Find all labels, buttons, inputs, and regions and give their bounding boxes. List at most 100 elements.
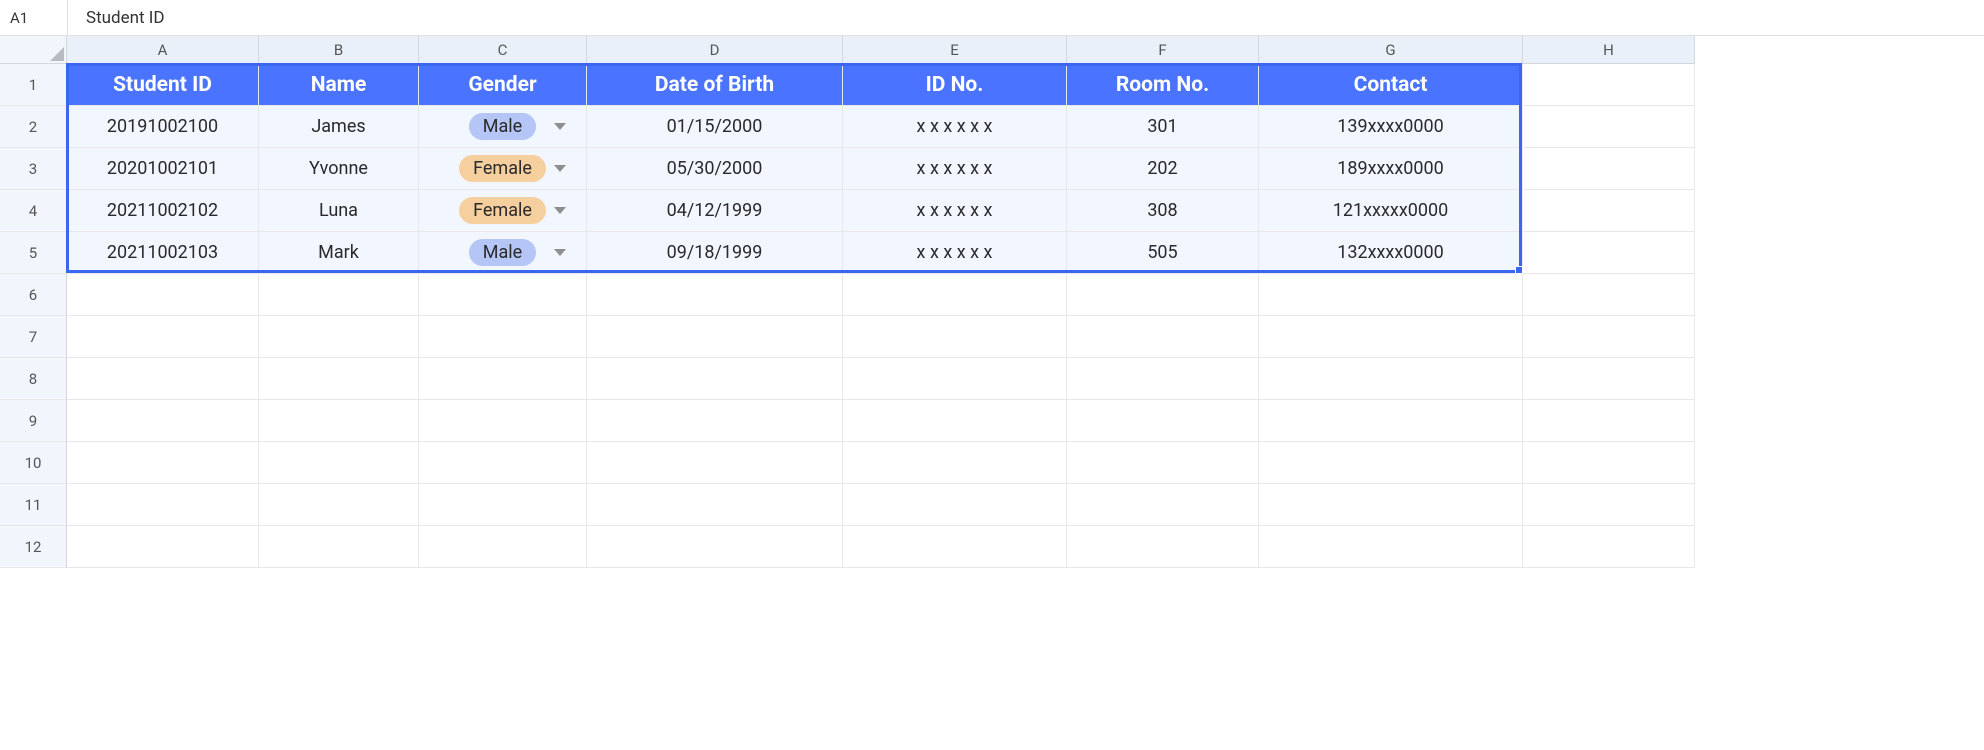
header-cell[interactable]: Contact — [1259, 64, 1523, 106]
col-header-E[interactable]: E — [843, 36, 1067, 64]
empty-cell[interactable] — [1067, 442, 1259, 484]
chevron-down-icon[interactable] — [550, 201, 570, 221]
empty-cell[interactable] — [587, 484, 843, 526]
data-cell[interactable]: 20211002102 — [67, 190, 259, 232]
spreadsheet-grid[interactable]: ABCDEFGH1Student IDNameGenderDate of Bir… — [0, 36, 1984, 568]
empty-cell[interactable] — [587, 274, 843, 316]
empty-cell[interactable] — [587, 442, 843, 484]
empty-cell[interactable] — [1523, 442, 1695, 484]
empty-cell[interactable] — [1259, 484, 1523, 526]
empty-cell[interactable] — [1067, 358, 1259, 400]
empty-cell[interactable] — [587, 358, 843, 400]
empty-cell[interactable] — [67, 316, 259, 358]
row-header-1[interactable]: 1 — [0, 64, 67, 106]
chevron-down-icon[interactable] — [550, 243, 570, 263]
empty-cell[interactable] — [419, 442, 587, 484]
empty-cell[interactable] — [587, 316, 843, 358]
data-cell[interactable]: 121xxxxx0000 — [1259, 190, 1523, 232]
empty-cell[interactable] — [1259, 442, 1523, 484]
data-cell[interactable]: 301 — [1067, 106, 1259, 148]
header-cell[interactable]: ID No. — [843, 64, 1067, 106]
gender-cell[interactable]: Male — [419, 232, 587, 274]
empty-cell[interactable] — [419, 316, 587, 358]
data-cell[interactable]: 20201002101 — [67, 148, 259, 190]
empty-cell[interactable] — [1259, 316, 1523, 358]
empty-cell[interactable] — [67, 274, 259, 316]
chevron-down-icon[interactable] — [550, 117, 570, 137]
empty-cell[interactable] — [419, 484, 587, 526]
data-cell[interactable]: x x x x x x — [843, 232, 1067, 274]
col-header-F[interactable]: F — [1067, 36, 1259, 64]
col-header-D[interactable]: D — [587, 36, 843, 64]
empty-cell[interactable] — [587, 400, 843, 442]
row-header-5[interactable]: 5 — [0, 232, 67, 274]
empty-cell[interactable] — [843, 400, 1067, 442]
empty-cell[interactable] — [67, 484, 259, 526]
empty-cell[interactable] — [1067, 316, 1259, 358]
formula-bar[interactable]: Student ID — [67, 0, 1984, 35]
row-header-9[interactable]: 9 — [0, 400, 67, 442]
empty-cell[interactable] — [419, 274, 587, 316]
empty-cell[interactable] — [67, 358, 259, 400]
empty-cell[interactable] — [1523, 64, 1695, 106]
data-cell[interactable]: Luna — [259, 190, 419, 232]
empty-cell[interactable] — [1523, 400, 1695, 442]
empty-cell[interactable] — [419, 400, 587, 442]
data-cell[interactable]: 189xxxx0000 — [1259, 148, 1523, 190]
header-cell[interactable]: Student ID — [67, 64, 259, 106]
data-cell[interactable]: Yvonne — [259, 148, 419, 190]
row-header-4[interactable]: 4 — [0, 190, 67, 232]
col-header-C[interactable]: C — [419, 36, 587, 64]
empty-cell[interactable] — [259, 442, 419, 484]
data-cell[interactable]: 20191002100 — [67, 106, 259, 148]
data-cell[interactable]: 09/18/1999 — [587, 232, 843, 274]
empty-cell[interactable] — [1523, 106, 1695, 148]
row-header-2[interactable]: 2 — [0, 106, 67, 148]
col-header-A[interactable]: A — [67, 36, 259, 64]
empty-cell[interactable] — [67, 400, 259, 442]
data-cell[interactable]: 04/12/1999 — [587, 190, 843, 232]
empty-cell[interactable] — [1523, 358, 1695, 400]
empty-cell[interactable] — [843, 484, 1067, 526]
empty-cell[interactable] — [259, 400, 419, 442]
empty-cell[interactable] — [259, 316, 419, 358]
data-cell[interactable]: 132xxxx0000 — [1259, 232, 1523, 274]
empty-cell[interactable] — [419, 358, 587, 400]
empty-cell[interactable] — [1067, 274, 1259, 316]
empty-cell[interactable] — [67, 442, 259, 484]
row-header-8[interactable]: 8 — [0, 358, 67, 400]
data-cell[interactable]: x x x x x x — [843, 190, 1067, 232]
empty-cell[interactable] — [587, 526, 843, 568]
header-cell[interactable]: Date of Birth — [587, 64, 843, 106]
empty-cell[interactable] — [67, 526, 259, 568]
empty-cell[interactable] — [1523, 190, 1695, 232]
empty-cell[interactable] — [1523, 526, 1695, 568]
data-cell[interactable]: x x x x x x — [843, 106, 1067, 148]
name-box[interactable]: A1 — [0, 9, 67, 27]
data-cell[interactable]: x x x x x x — [843, 148, 1067, 190]
data-cell[interactable]: 01/15/2000 — [587, 106, 843, 148]
data-cell[interactable]: 20211002103 — [67, 232, 259, 274]
data-cell[interactable]: 308 — [1067, 190, 1259, 232]
col-header-B[interactable]: B — [259, 36, 419, 64]
col-header-H[interactable]: H — [1523, 36, 1695, 64]
empty-cell[interactable] — [1259, 358, 1523, 400]
empty-cell[interactable] — [843, 526, 1067, 568]
empty-cell[interactable] — [419, 526, 587, 568]
empty-cell[interactable] — [1067, 484, 1259, 526]
empty-cell[interactable] — [843, 442, 1067, 484]
data-cell[interactable]: Mark — [259, 232, 419, 274]
empty-cell[interactable] — [259, 274, 419, 316]
empty-cell[interactable] — [1523, 232, 1695, 274]
data-cell[interactable]: 05/30/2000 — [587, 148, 843, 190]
empty-cell[interactable] — [259, 526, 419, 568]
empty-cell[interactable] — [1523, 148, 1695, 190]
gender-cell[interactable]: Male — [419, 106, 587, 148]
data-cell[interactable]: James — [259, 106, 419, 148]
empty-cell[interactable] — [259, 358, 419, 400]
empty-cell[interactable] — [1523, 274, 1695, 316]
row-header-10[interactable]: 10 — [0, 442, 67, 484]
empty-cell[interactable] — [1067, 400, 1259, 442]
empty-cell[interactable] — [1067, 526, 1259, 568]
empty-cell[interactable] — [843, 274, 1067, 316]
